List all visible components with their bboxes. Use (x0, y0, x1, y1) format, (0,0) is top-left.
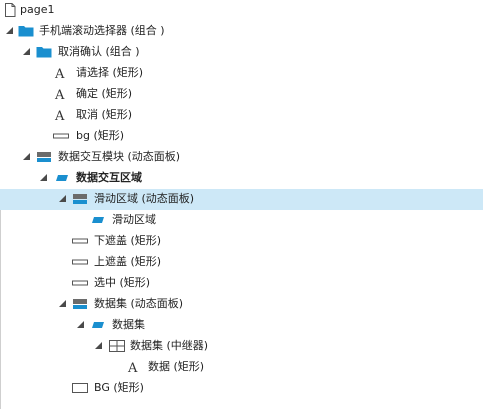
svg-text:A: A (54, 88, 65, 101)
tree-item-selected-bar[interactable]: 选中 (矩形) (0, 273, 483, 294)
rectangle-outline-icon (72, 381, 88, 395)
tree-item-label: page1 (20, 3, 55, 16)
page-icon (4, 3, 20, 17)
expand-triangle-icon[interactable] (23, 48, 30, 55)
tree-item-dataset-state[interactable]: 数据集 (0, 315, 483, 336)
tree-item-data-text[interactable]: A 数据 (矩形) (0, 357, 483, 378)
expand-triangle-icon[interactable] (59, 195, 66, 202)
tree-item-dataset-repeater[interactable]: 数据集 (中继器) (0, 336, 483, 357)
panel-state-icon (91, 213, 107, 227)
expand-triangle-icon[interactable] (23, 153, 30, 160)
layers-tree: page1 手机端滚动选择器 (组合 ) 取消确认 (组合 ) A 请选择 (矩… (0, 0, 483, 409)
tree-item-data-module[interactable]: 数据交互模块 (动态面板) (0, 147, 483, 168)
tree-item-label: 数据集 (动态面板) (94, 297, 184, 310)
svg-text:A: A (127, 361, 138, 374)
tree-item-scroll-area-panel[interactable]: 滑动区域 (动态面板) (0, 189, 483, 210)
folder-icon (18, 24, 34, 38)
tree-item-cancel-confirm-group[interactable]: 取消确认 (组合 ) (0, 42, 483, 63)
tree-item-lower-cover[interactable]: 下遮盖 (矩形) (0, 231, 483, 252)
folder-icon (36, 45, 52, 59)
svg-text:A: A (54, 67, 65, 80)
tree-item-label: 选中 (矩形) (94, 276, 151, 289)
tree-item-label: 手机端滚动选择器 (组合 ) (39, 24, 165, 37)
tree-item-label: 数据集 (中继器) (130, 339, 209, 352)
tree-item-confirm[interactable]: A 确定 (矩形) (0, 84, 483, 105)
tree-item-BG[interactable]: BG (矩形) (0, 378, 483, 399)
text-icon: A (54, 66, 70, 80)
tree-item-please-select[interactable]: A 请选择 (矩形) (0, 63, 483, 84)
tree-item-label: 取消 (矩形) (76, 108, 133, 121)
tree-item-label: 上遮盖 (矩形) (94, 255, 162, 268)
text-icon: A (54, 108, 70, 122)
svg-text:A: A (54, 109, 65, 122)
repeater-icon (109, 339, 125, 353)
expand-triangle-icon[interactable] (40, 174, 47, 181)
rectangle-icon (72, 276, 88, 290)
dynamic-panel-icon (72, 192, 88, 206)
tree-item-label: 取消确认 (组合 ) (58, 45, 140, 58)
tree-item-upper-cover[interactable]: 上遮盖 (矩形) (0, 252, 483, 273)
tree-item-label: 滑动区域 (动态面板) (94, 192, 195, 205)
expand-triangle-icon[interactable] (77, 321, 84, 328)
tree-item-label: bg (矩形) (76, 129, 125, 142)
tree-item-page1[interactable]: page1 (0, 0, 483, 21)
rectangle-icon (72, 255, 88, 269)
expand-triangle-icon[interactable] (59, 300, 66, 307)
tree-item-label: 请选择 (矩形) (76, 66, 144, 79)
tree-item-label: 确定 (矩形) (76, 87, 133, 100)
text-icon: A (54, 87, 70, 101)
panel-state-icon (55, 171, 71, 185)
dynamic-panel-icon (36, 150, 52, 164)
tree-item-label: BG (矩形) (94, 381, 144, 394)
tree-item-picker-group[interactable]: 手机端滚动选择器 (组合 ) (0, 21, 483, 42)
rectangle-icon (72, 234, 88, 248)
tree-item-dataset-panel[interactable]: 数据集 (动态面板) (0, 294, 483, 315)
tree-item-bg[interactable]: bg (矩形) (0, 126, 483, 147)
tree-item-label: 数据交互区域 (76, 171, 142, 184)
tree-item-label: 下遮盖 (矩形) (94, 234, 162, 247)
expand-triangle-icon[interactable] (6, 27, 13, 34)
tree-item-data-area-state[interactable]: 数据交互区域 (0, 168, 483, 189)
dynamic-panel-icon (72, 297, 88, 311)
tree-item-label: 数据交互模块 (动态面板) (58, 150, 181, 163)
tree-item-scroll-area-state[interactable]: 滑动区域 (0, 210, 483, 231)
tree-item-cancel[interactable]: A 取消 (矩形) (0, 105, 483, 126)
rectangle-icon (53, 129, 69, 143)
tree-item-label: 数据集 (112, 318, 145, 331)
tree-item-label: 数据 (矩形) (148, 360, 205, 373)
text-icon: A (127, 360, 143, 374)
tree-item-label: 滑动区域 (112, 213, 156, 226)
expand-triangle-icon[interactable] (95, 342, 102, 349)
panel-state-icon (91, 318, 107, 332)
